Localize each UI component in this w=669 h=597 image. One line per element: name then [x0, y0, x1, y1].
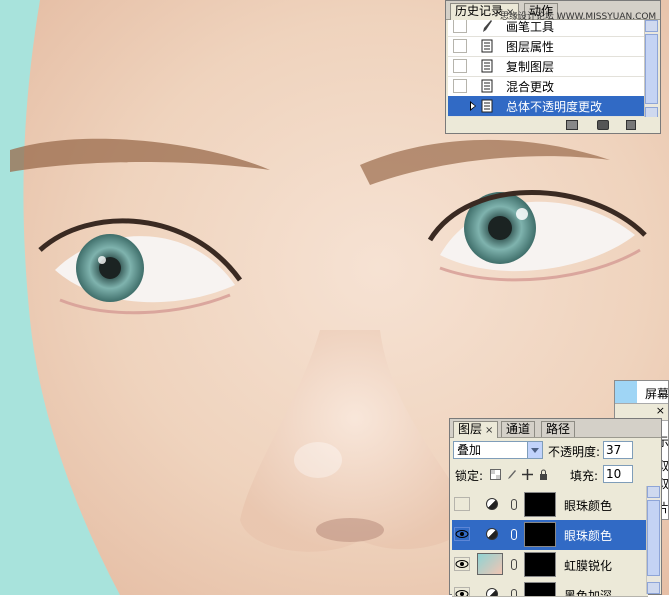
eye-icon — [455, 558, 469, 570]
snapshot-source-checkbox[interactable] — [453, 39, 467, 53]
history-item-label: 画笔工具 — [506, 20, 554, 35]
history-item[interactable]: 混合更改 — [448, 76, 646, 97]
lock-position-icon[interactable] — [522, 469, 533, 480]
scroll-up-button[interactable] — [647, 486, 660, 498]
layer-visibility-toggle[interactable] — [454, 527, 470, 541]
snapshot-source-checkbox[interactable] — [453, 59, 467, 73]
lock-all-icon[interactable] — [538, 469, 549, 480]
layer-row[interactable]: 眼珠颜色 — [452, 490, 648, 521]
history-list: 画笔工具 图层属性 复制图层 混合更改 总体不透明度更改 — [448, 20, 646, 119]
history-item[interactable]: 复制图层 — [448, 56, 646, 77]
layer-thumbnail[interactable] — [477, 553, 503, 575]
new-snapshot-icon[interactable] — [597, 120, 609, 130]
layer-row[interactable]: 虹膜锐化 — [452, 550, 648, 581]
tab-paths[interactable]: 路径 — [541, 421, 575, 437]
adjustment-layer-icon — [486, 498, 498, 510]
scroll-down-button[interactable] — [647, 582, 660, 594]
side-menu-item[interactable]: 屏幕 — [645, 385, 669, 402]
lock-row: 锁定: 填充: 10 — [450, 465, 661, 485]
chevron-down-icon[interactable] — [527, 442, 542, 458]
adjustment-layer-icon — [486, 588, 498, 597]
layer-options-row: 叠加 不透明度: 37 — [450, 438, 661, 462]
document-icon — [481, 39, 493, 53]
document-icon — [481, 59, 493, 73]
tab-history-label: 历史记录 — [455, 4, 503, 18]
history-state-slider-icon[interactable] — [470, 101, 476, 111]
link-icon[interactable] — [511, 559, 517, 570]
link-icon[interactable] — [511, 589, 517, 597]
layer-row[interactable]: 黑色加深 — [452, 580, 648, 597]
document-icon — [481, 79, 493, 93]
history-item-label: 复制图层 — [506, 58, 554, 75]
link-icon[interactable] — [511, 499, 517, 510]
tab-layers-label: 图层 — [458, 422, 482, 436]
blend-mode-select[interactable]: 叠加 — [453, 441, 543, 459]
layer-mask-thumbnail[interactable] — [524, 552, 556, 577]
history-item[interactable]: 图层属性 — [448, 36, 646, 57]
tab-channels-label: 通道 — [506, 422, 530, 436]
layers-scrollbar[interactable] — [646, 486, 660, 594]
layers-tab-bar: 图层× 通道 路径 — [450, 419, 661, 438]
opacity-input[interactable]: 37 — [603, 441, 633, 459]
fill-label: 填充: — [570, 467, 598, 484]
history-item-selected[interactable]: 总体不透明度更改 — [448, 96, 646, 117]
adjustment-layer-icon — [486, 528, 498, 540]
scroll-thumb[interactable] — [647, 500, 660, 576]
layer-name: 虹膜锐化 — [564, 557, 612, 574]
watermark-text: 思缘设计论坛 WWW.MISSYUAN.COM — [500, 9, 656, 22]
link-icon[interactable] — [511, 529, 517, 540]
history-item[interactable]: 画笔工具 — [448, 20, 646, 37]
opacity-label: 不透明度: — [548, 443, 600, 460]
layer-row-selected[interactable]: 眼珠颜色 — [452, 520, 648, 551]
history-scrollbar[interactable] — [644, 20, 658, 119]
history-item-label: 总体不透明度更改 — [506, 98, 602, 115]
history-item-label: 混合更改 — [506, 78, 554, 95]
lock-transparent-pixels-icon[interactable] — [490, 469, 501, 480]
layer-visibility-toggle[interactable] — [454, 497, 470, 511]
layer-visibility-toggle[interactable] — [454, 557, 470, 571]
eye-icon — [455, 528, 469, 540]
history-footer — [446, 117, 660, 133]
lock-label: 锁定: — [455, 467, 483, 484]
tab-paths-label: 路径 — [546, 422, 570, 436]
blend-mode-value: 叠加 — [457, 443, 481, 457]
tab-layers[interactable]: 图层× — [453, 421, 498, 438]
brush-icon — [481, 20, 493, 33]
snapshot-source-checkbox[interactable] — [453, 79, 467, 93]
close-icon[interactable]: × — [485, 425, 493, 436]
layer-visibility-toggle[interactable] — [454, 587, 470, 597]
trash-icon[interactable] — [626, 120, 636, 130]
lock-image-pixels-icon[interactable] — [506, 469, 517, 480]
snapshot-source-checkbox[interactable] — [453, 99, 467, 113]
layers-panel: 图层× 通道 路径 叠加 不透明度: 37 锁定: 填充: 10 眼珠颜色 — [449, 418, 662, 595]
scroll-thumb[interactable] — [645, 34, 658, 104]
layer-name: 眼珠颜色 — [564, 497, 612, 514]
layer-mask-thumbnail[interactable] — [524, 492, 556, 517]
eye-icon — [455, 588, 469, 597]
close-icon[interactable]: × — [656, 404, 665, 417]
snapshot-source-checkbox[interactable] — [453, 20, 467, 33]
new-document-from-state-icon[interactable] — [566, 120, 578, 130]
fill-input[interactable]: 10 — [603, 465, 633, 483]
layer-name: 黑色加深 — [564, 587, 612, 597]
history-item-label: 图层属性 — [506, 38, 554, 55]
layer-mask-thumbnail[interactable] — [524, 522, 556, 547]
tab-channels[interactable]: 通道 — [501, 421, 535, 437]
layer-name: 眼珠颜色 — [564, 527, 612, 544]
document-icon — [481, 99, 493, 113]
